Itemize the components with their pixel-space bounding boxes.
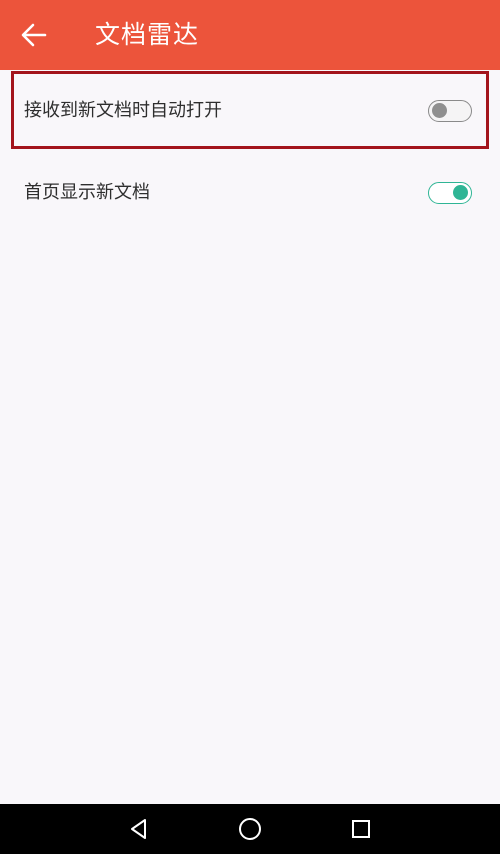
system-nav-bar — [0, 804, 500, 854]
triangle-back-icon — [131, 819, 146, 839]
setting-auto-open-row[interactable]: 接收到新文档时自动打开 — [0, 70, 500, 152]
auto-open-toggle[interactable] — [428, 100, 472, 122]
square-recent-icon — [352, 820, 370, 838]
app-bar: 文档雷达 — [0, 0, 500, 70]
setting-auto-open-label: 接收到新文档时自动打开 — [24, 100, 222, 121]
nav-home-button[interactable] — [220, 804, 280, 854]
nav-back-button[interactable] — [109, 804, 169, 854]
nav-recent-button[interactable] — [331, 804, 391, 854]
page-title: 文档雷达 — [95, 20, 200, 49]
arrow-left-icon — [21, 23, 47, 47]
show-new-toggle[interactable] — [428, 182, 472, 204]
toggle-knob — [453, 185, 468, 200]
toggle-knob — [432, 103, 447, 118]
back-button[interactable] — [12, 13, 56, 57]
circle-home-icon — [239, 818, 261, 840]
setting-show-new-label: 首页显示新文档 — [24, 182, 150, 203]
setting-show-new-row[interactable]: 首页显示新文档 — [0, 152, 500, 234]
